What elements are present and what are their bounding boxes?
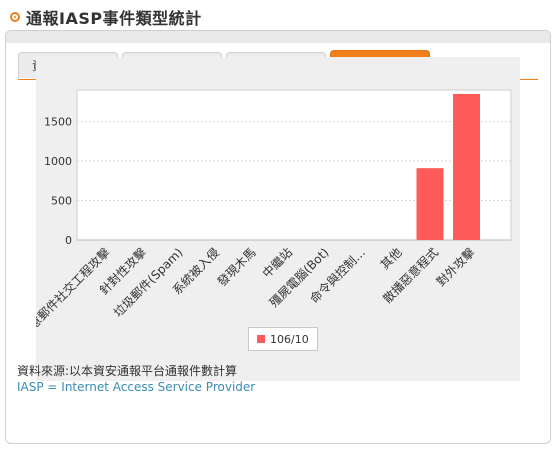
bar: [453, 93, 480, 240]
page-title: 通報IASP事件類型統計: [26, 9, 202, 28]
x-tick-label: 中繼站: [259, 245, 295, 281]
legend-label: 106/10: [270, 332, 309, 346]
y-tick-label: 500: [51, 195, 72, 208]
x-tick-label: 其他: [378, 245, 405, 272]
y-tick-label: 0: [65, 234, 72, 247]
y-tick-label: 1500: [44, 116, 72, 129]
legend-swatch: [257, 335, 265, 343]
y-tick-label: 1000: [44, 155, 72, 168]
x-tick-label: 發現木馬: [214, 245, 259, 290]
panel-top-bar: [6, 31, 550, 43]
chart-legend: 106/10: [248, 327, 318, 351]
source-note: 資料來源:以本資安通報平台通報件數計算: [17, 364, 238, 378]
iasp-definition: IASP = Internet Access Service Provider: [17, 380, 256, 394]
plot-area: [76, 89, 512, 241]
bullet-icon: [10, 12, 20, 22]
page-header: 通報IASP事件類型統計: [10, 4, 202, 30]
x-tick-label: 對外攻擊: [433, 245, 478, 290]
bar: [416, 168, 444, 240]
